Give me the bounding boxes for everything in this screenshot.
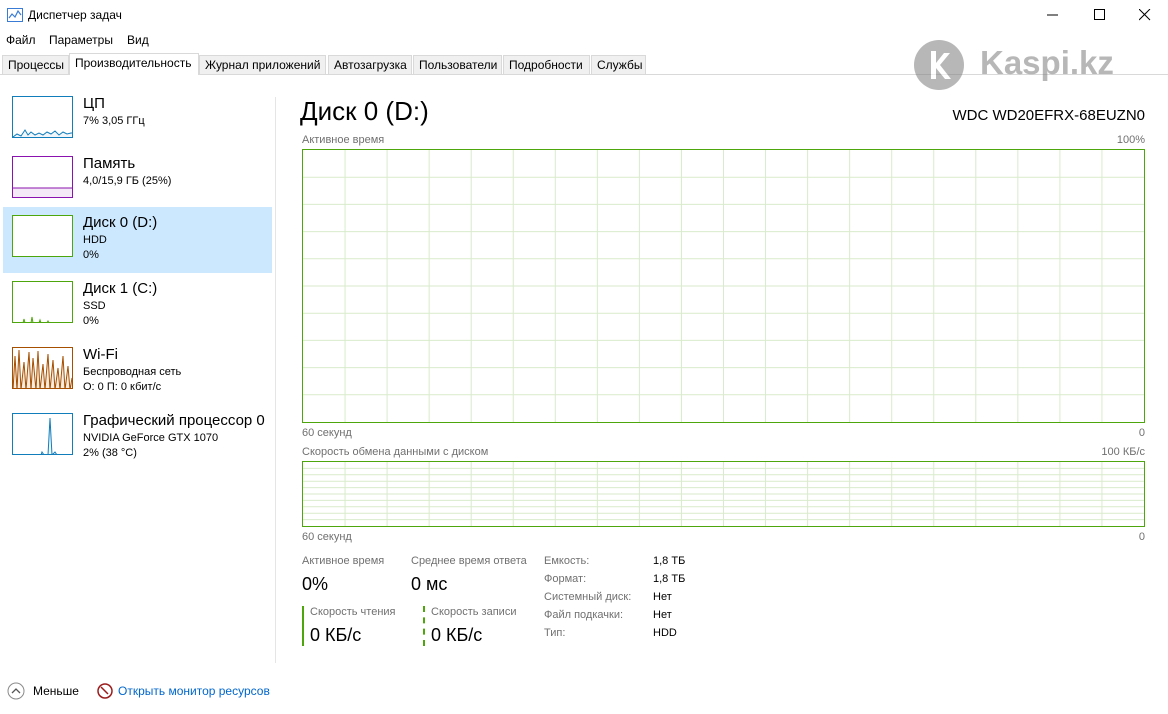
- tab-performance[interactable]: Производительность: [69, 53, 199, 75]
- sidebar-item-disk-0[interactable]: Диск 0 (D:) HDD 0%: [3, 207, 272, 273]
- graph-transfer-max: 100 КБ/с: [1101, 446, 1145, 458]
- disk-model: WDC WD20EFRX-68EUZN0: [952, 107, 1145, 124]
- active-time-graph: [302, 149, 1145, 423]
- title-bar: Диспетчер задач: [0, 0, 1168, 30]
- page-title: Диск 0 (D:): [300, 96, 429, 126]
- sidebar-item-cpu[interactable]: ЦП 7% 3,05 ГГц: [3, 88, 272, 154]
- sidebar-item-wifi[interactable]: Wi-Fi Беспроводная сеть О: 0 П: 0 кбит/с: [3, 339, 272, 405]
- prop-system-disk-value: Нет: [653, 591, 672, 603]
- stat-avg-response-label: Среднее время ответа: [411, 555, 527, 567]
- tab-users[interactable]: Пользователи: [413, 55, 502, 75]
- gpu-thumbnail: [12, 413, 73, 455]
- resource-sidebar: ЦП 7% 3,05 ГГц Память 4,0/15,9 ГБ (25%) …: [3, 88, 273, 648]
- graph-active-time-min: 0: [1138, 427, 1145, 439]
- tab-services[interactable]: Службы: [591, 55, 646, 75]
- maximize-icon: [1094, 9, 1105, 20]
- menu-file[interactable]: Файл: [6, 33, 36, 47]
- sidebar-item-throughput: О: 0 П: 0 кбит/с: [83, 381, 162, 393]
- sidebar-item-detail: NVIDIA GeForce GTX 1070: [83, 432, 219, 444]
- transfer-rate-graph: [302, 461, 1145, 527]
- resource-monitor-icon: [97, 683, 113, 699]
- maximize-button[interactable]: [1077, 0, 1123, 30]
- menu-view[interactable]: Вид: [127, 33, 149, 47]
- kaspi-watermark: Kaspi.kz: [912, 38, 1152, 92]
- sidebar-item-type: HDD: [83, 234, 107, 246]
- graph-active-time-max: 100%: [1116, 134, 1145, 146]
- sidebar-item-name: Память: [83, 155, 136, 172]
- sidebar-item-name: Wi-Fi: [83, 346, 118, 363]
- close-icon: [1139, 9, 1151, 21]
- sidebar-item-gpu[interactable]: Графический процессор 0 NVIDIA GeForce G…: [3, 405, 272, 471]
- kaspi-logo-icon: [914, 40, 964, 90]
- tab-details[interactable]: Подробности: [503, 55, 590, 75]
- read-speed-marker: [302, 606, 304, 646]
- task-manager-icon: [7, 8, 23, 22]
- prop-page-file-value: Нет: [653, 609, 672, 621]
- close-button[interactable]: [1122, 0, 1168, 30]
- minimize-icon: [1047, 14, 1058, 16]
- stat-read-label: Скорость чтения: [310, 606, 396, 618]
- graph-transfer-min: 0: [1138, 531, 1145, 543]
- prop-capacity-value: 1,8 ТБ: [653, 555, 686, 567]
- disk-0-thumbnail: [12, 215, 73, 257]
- sidebar-item-type: SSD: [83, 300, 106, 312]
- sidebar-item-name: Графический процессор 0: [83, 412, 265, 429]
- sidebar-item-name: Диск 0 (D:): [83, 214, 158, 231]
- sidebar-item-memory[interactable]: Память 4,0/15,9 ГБ (25%): [3, 148, 272, 214]
- window-title: Диспетчер задач: [28, 8, 122, 22]
- sidebar-divider: [275, 97, 276, 663]
- sidebar-item-usage: 0%: [83, 315, 99, 327]
- graph-active-time-span: 60 секунд: [302, 427, 352, 439]
- sidebar-item-name: Диск 1 (C:): [83, 280, 158, 297]
- sidebar-item-disk-1[interactable]: Диск 1 (C:) SSD 0%: [3, 273, 272, 339]
- disk-1-thumbnail: [12, 281, 73, 323]
- prop-format-key: Формат:: [544, 573, 587, 585]
- write-speed-marker: [423, 606, 425, 646]
- tab-processes[interactable]: Процессы: [2, 55, 69, 75]
- graph-transfer-span: 60 секунд: [302, 531, 352, 543]
- cpu-thumbnail: [12, 96, 73, 138]
- stat-write-value: 0 КБ/с: [431, 625, 483, 645]
- stat-avg-response-value: 0 мс: [411, 574, 448, 594]
- sidebar-item-detail: 4,0/15,9 ГБ (25%): [83, 175, 172, 187]
- sidebar-item-detail: 7% 3,05 ГГц: [83, 115, 145, 127]
- fewer-details-label: Меньше: [33, 684, 79, 698]
- stat-active-time-label: Активное время: [302, 555, 385, 567]
- sidebar-item-usage: 2% (38 °C): [83, 447, 137, 459]
- memory-thumbnail: [12, 156, 73, 198]
- prop-type-value: HDD: [653, 627, 677, 639]
- sidebar-item-detail: Беспроводная сеть: [83, 366, 182, 378]
- prop-format-value: 1,8 ТБ: [653, 573, 686, 585]
- wifi-thumbnail: [12, 347, 73, 389]
- watermark-text: Kaspi.kz: [980, 44, 1114, 81]
- stat-read-value: 0 КБ/с: [310, 625, 362, 645]
- menu-options[interactable]: Параметры: [49, 33, 113, 47]
- sidebar-item-usage: 0%: [83, 249, 99, 261]
- tab-app-history[interactable]: Журнал приложений: [199, 55, 326, 75]
- minimize-button[interactable]: [1030, 0, 1076, 30]
- prop-page-file-key: Файл подкачки:: [544, 609, 624, 621]
- prop-system-disk-key: Системный диск:: [544, 591, 632, 603]
- prop-type-key: Тип:: [544, 627, 566, 639]
- stat-active-time-value: 0%: [302, 574, 329, 594]
- stat-write-label: Скорость записи: [431, 606, 517, 618]
- graph-transfer-label: Скорость обмена данными с диском: [302, 446, 489, 458]
- tab-startup[interactable]: Автозагрузка: [328, 55, 412, 75]
- sidebar-item-name: ЦП: [83, 95, 105, 112]
- resource-monitor-label: Открыть монитор ресурсов: [118, 684, 270, 698]
- prop-capacity-key: Емкость:: [544, 555, 590, 567]
- chevron-up-icon: [7, 682, 25, 700]
- graph-active-time-label: Активное время: [302, 134, 385, 146]
